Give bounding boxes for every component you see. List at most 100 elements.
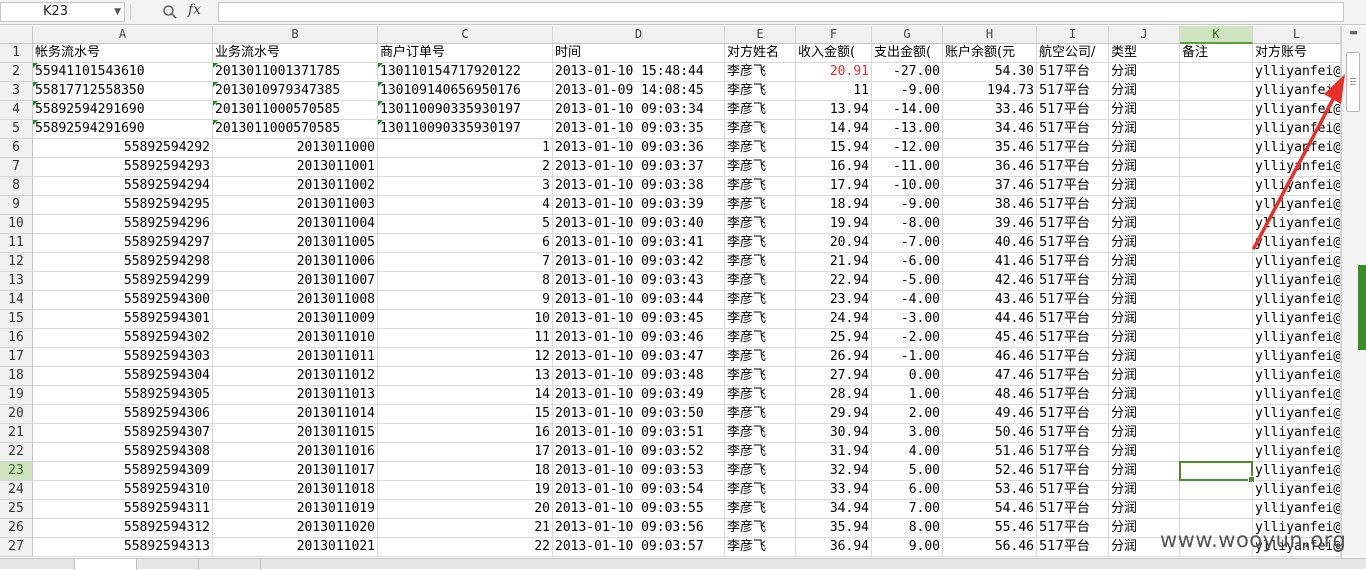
row-header[interactable]: 25 [0,500,33,519]
cell-g[interactable]: 9.00 [872,538,943,557]
cell-e[interactable]: 李彦飞 [725,63,796,82]
cell-i[interactable]: 517平台 [1037,291,1109,310]
cell-d[interactable]: 2013-01-10 09:03:46 [553,329,725,348]
cell-e[interactable]: 李彦飞 [725,291,796,310]
cell-f[interactable]: 11 [796,82,872,101]
cell-b[interactable]: 2013010979347385 [213,82,378,101]
cell-a[interactable]: 55892594306 [33,405,213,424]
cell-i[interactable]: 517平台 [1037,82,1109,101]
cell-i[interactable]: 517平台 [1037,310,1109,329]
cell-l[interactable]: ylliyanfei@ [1253,291,1341,310]
cell-j[interactable]: 类型 [1109,44,1180,63]
cell-h[interactable]: 38.46 [943,196,1037,215]
cell-a[interactable]: 55892594310 [33,481,213,500]
cell-a[interactable]: 55892594292 [33,139,213,158]
cell-b[interactable]: 2013011006 [213,253,378,272]
cell-a[interactable]: 55892594309 [33,462,213,481]
side-panel-toggle[interactable] [1358,265,1366,350]
cell-i[interactable]: 517平台 [1037,462,1109,481]
cell-j[interactable]: 分润 [1109,158,1180,177]
cell-k[interactable] [1180,443,1253,462]
row-header[interactable]: 12 [0,253,33,272]
cell-e[interactable]: 李彦飞 [725,234,796,253]
cell-g[interactable]: -2.00 [872,329,943,348]
cell-c[interactable]: 15 [378,405,553,424]
cell-c[interactable]: 11 [378,329,553,348]
cell-e[interactable]: 对方姓名 [725,44,796,63]
cell-g[interactable]: -1.00 [872,348,943,367]
column-header-h[interactable]: H [943,26,1037,44]
cell-c[interactable]: 7 [378,253,553,272]
cell-h[interactable]: 45.46 [943,329,1037,348]
cell-b[interactable]: 2013011010 [213,329,378,348]
cell-f[interactable]: 31.94 [796,443,872,462]
cell-b[interactable]: 2013011005 [213,234,378,253]
cell-j[interactable]: 分润 [1109,500,1180,519]
cell-b[interactable]: 2013011021 [213,538,378,557]
cell-b[interactable]: 2013011012 [213,367,378,386]
cell-e[interactable]: 李彦飞 [725,215,796,234]
cell-k[interactable] [1180,500,1253,519]
cell-i[interactable]: 517平台 [1037,253,1109,272]
column-header-g[interactable]: G [872,26,943,44]
cell-l[interactable]: ylliyanfei@ [1253,462,1341,481]
cell-g[interactable]: 5.00 [872,462,943,481]
cell-i[interactable]: 航空公司/ [1037,44,1109,63]
cell-i[interactable]: 517平台 [1037,405,1109,424]
cell-l[interactable]: ylliyanfei@ [1253,120,1341,139]
cell-h[interactable]: 50.46 [943,424,1037,443]
cell-e[interactable]: 李彦飞 [725,158,796,177]
row-header[interactable]: 14 [0,291,33,310]
cell-e[interactable]: 李彦飞 [725,519,796,538]
cell-i[interactable]: 517平台 [1037,196,1109,215]
cell-g[interactable]: 1.00 [872,386,943,405]
cell-b[interactable]: 业务流水号 [213,44,378,63]
cell-i[interactable]: 517平台 [1037,519,1109,538]
cell-f[interactable]: 33.94 [796,481,872,500]
cell-d[interactable]: 2013-01-10 09:03:37 [553,158,725,177]
cell-g[interactable]: 0.00 [872,367,943,386]
row-header[interactable]: 13 [0,272,33,291]
cell-f[interactable]: 14.94 [796,120,872,139]
cell-j[interactable]: 分润 [1109,196,1180,215]
cell-f[interactable]: 19.94 [796,215,872,234]
cell-j[interactable]: 分润 [1109,443,1180,462]
cell-k[interactable] [1180,310,1253,329]
cell-h[interactable]: 42.46 [943,272,1037,291]
cell-a[interactable]: 55892594304 [33,367,213,386]
cell-b[interactable]: 2013011007 [213,272,378,291]
cell-e[interactable]: 李彦飞 [725,538,796,557]
cell-j[interactable]: 分润 [1109,234,1180,253]
cell-h[interactable]: 37.46 [943,177,1037,196]
cell-g[interactable]: -7.00 [872,234,943,253]
cell-l[interactable]: ylliyanfei@ [1253,215,1341,234]
cell-b[interactable]: 2013011018 [213,481,378,500]
cell-b[interactable]: 2013011000570585 [213,101,378,120]
cell-d[interactable]: 2013-01-10 15:48:44 [553,63,725,82]
cell-i[interactable]: 517平台 [1037,158,1109,177]
chevron-down-icon[interactable]: ▼ [114,3,121,21]
row-header[interactable]: 4 [0,101,33,120]
cell-a[interactable]: 55892594305 [33,386,213,405]
cell-h[interactable]: 40.46 [943,234,1037,253]
cell-h[interactable]: 56.46 [943,538,1037,557]
cell-g[interactable]: -4.00 [872,291,943,310]
cell-i[interactable]: 517平台 [1037,481,1109,500]
cell-c[interactable]: 9 [378,291,553,310]
cell-k[interactable] [1180,329,1253,348]
column-header-i[interactable]: I [1037,26,1109,44]
cell-a[interactable]: 55892594294 [33,177,213,196]
cell-d[interactable]: 2013-01-09 14:08:45 [553,82,725,101]
cell-j[interactable]: 分润 [1109,120,1180,139]
cell-e[interactable]: 李彦飞 [725,310,796,329]
row-header[interactable]: 6 [0,139,33,158]
cell-a[interactable]: 55892594301 [33,310,213,329]
cell-k[interactable] [1180,272,1253,291]
cell-l[interactable]: ylliyanfei@ [1253,253,1341,272]
cell-h[interactable]: 51.46 [943,443,1037,462]
cell-c[interactable]: 130110090335930197 [378,120,553,139]
cell-g[interactable]: -12.00 [872,139,943,158]
cell-k[interactable] [1180,215,1253,234]
cell-e[interactable]: 李彦飞 [725,120,796,139]
cell-d[interactable]: 2013-01-10 09:03:48 [553,367,725,386]
